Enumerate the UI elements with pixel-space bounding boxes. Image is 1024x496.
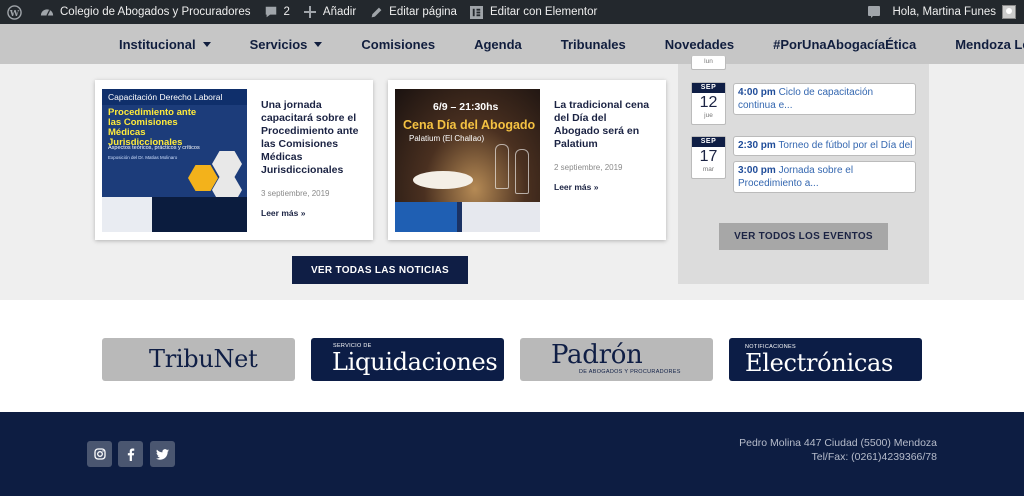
dashboard-icon [39,4,55,20]
event-item[interactable]: 2:30 pm Torneo de fútbol por el Día del … [733,136,916,156]
tribunet-banner[interactable]: TribuNet [102,338,295,381]
event-time: 4:00 pm [738,87,776,98]
hexagon-shape [188,165,218,191]
plate-shape [413,171,473,189]
user-greeting: Hola, Martina Funes [892,6,996,18]
svg-text:W: W [8,7,19,17]
elementor-icon [469,4,485,20]
wordpress-icon: W [6,4,22,20]
news-date: 3 septiembre, 2019 [261,189,330,198]
banner-title: TribuNet [149,345,258,373]
banner-title: Electrónicas [745,349,894,377]
notification-icon [866,4,882,20]
notificaciones-banner[interactable]: NOTIFICACIONES Electrónicas [729,338,922,381]
nav-item-etica[interactable]: #PorUnaAbogacíaÉtica [773,37,916,52]
avatar [1002,5,1016,19]
admin-bar: W Colegio de Abogados y Procuradores 2 A… [0,0,1024,24]
pencil-icon [368,4,384,20]
nav-item-novedades[interactable]: Novedades [665,37,734,52]
event-time: 3:00 pm [738,165,776,176]
chevron-down-icon [314,41,323,47]
comments-link[interactable]: 2 [257,0,296,24]
event-date: SEP 12 jue [691,82,726,125]
image-line3: Palatium (El Challao) [409,134,485,143]
nav-item-institucional[interactable]: Institucional [119,37,211,52]
user-account-menu[interactable]: Hola, Martina Funes [860,0,1024,24]
main-navigation: Institucional Servicios Comisiones Agend… [0,24,1024,64]
event-item[interactable]: 3:00 pm Jornada sobre el Procedimiento a… [733,161,916,193]
plus-icon [302,4,318,20]
news-image-capacitacion[interactable]: Capacitación Derecho Laboral Procedimien… [102,89,247,232]
event-title: Torneo de fútbol por el Día del ... [778,140,916,151]
edit-page-link[interactable]: Editar página [362,0,463,24]
event-weekday: jue [704,112,713,119]
all-events-button[interactable]: VER TODOS LOS EVENTOS [719,223,888,250]
liquidaciones-banner[interactable]: SERVICIO DE Liquidaciones [311,338,504,381]
padron-banner[interactable]: Padrón DE ABOGADOS Y PROCURADORES [520,338,713,381]
glass-shape [495,144,509,189]
banner-caption: DE ABOGADOS Y PROCURADORES [579,369,681,375]
nav-label: Institucional [119,36,196,52]
elementor-label: Editar con Elementor [489,6,598,18]
glass-shape [515,149,529,194]
event-weekday: mar [702,166,715,173]
site-name-link[interactable]: Colegio de Abogados y Procuradores [33,0,257,24]
event-date: SEP 17 mar [691,136,726,179]
image-body: Exposición del Dr. Matías Molinaro [108,155,178,160]
read-more-link[interactable]: Leer más » [554,182,654,192]
banner-title: Liquidaciones [332,348,498,376]
image-line2: Cena Día del Abogado [403,118,536,132]
wordpress-logo-button[interactable]: W [0,0,33,24]
event-day: 17 [699,148,718,165]
news-title[interactable]: Una jornada capacitará sobre el Procedim… [261,99,361,177]
event-time: 2:30 pm [738,140,776,151]
nav-item-tribunales[interactable]: Tribunales [561,37,626,52]
nav-item-mendoza-legal[interactable]: Mendoza Legal [955,37,1024,52]
event-day: 12 [699,94,718,111]
news-card[interactable]: Capacitación Derecho Laboral Procedimien… [95,80,373,240]
edit-page-label: Editar página [389,6,457,18]
hexagon-shape [212,151,242,177]
image-header: Capacitación Derecho Laboral [102,89,247,105]
footer-address: Pedro Molina 447 Ciudad (5500) Mendoza T… [739,437,937,463]
image-subhead: Aspectos teóricos, prácticos y críticos [108,145,200,151]
image-footer [395,202,540,232]
news-card[interactable]: 6/9 – 21:30hs Cena Día del Abogado Palat… [388,80,666,240]
nav-label: Servicios [249,36,308,52]
event-item[interactable]: 4:00 pm Ciclo de capacitación continua e… [733,83,916,115]
event-month: SEP [692,137,725,147]
nav-item-servicios[interactable]: Servicios [250,37,323,52]
comment-icon [263,4,279,20]
chevron-down-icon [202,41,211,47]
image-footer [102,197,247,232]
twitter-icon[interactable] [150,441,175,467]
event-month: SEP [692,83,725,93]
add-new-link[interactable]: Añadir [296,0,362,24]
event-date-partial: lun [691,56,726,70]
facebook-icon[interactable] [118,441,143,467]
banner-title: Padrón [551,340,643,370]
news-date: 2 septiembre, 2019 [554,163,623,172]
comments-count: 2 [283,6,290,18]
all-news-button[interactable]: VER TODAS LAS NOTICIAS [292,256,468,284]
image-headline: Procedimiento ante las Comisiones Médica… [108,107,197,148]
nav-item-comisiones[interactable]: Comisiones [361,37,435,52]
instagram-icon[interactable] [87,441,112,467]
news-image-cena[interactable]: 6/9 – 21:30hs Cena Día del Abogado Palat… [395,89,540,232]
read-more-link[interactable]: Leer más » [261,208,361,218]
site-name: Colegio de Abogados y Procuradores [60,6,251,18]
events-panel: lun SEP 12 jue 4:00 pm Ciclo de capacita… [678,56,929,284]
news-title[interactable]: La tradicional cena del Día del Abogado … [554,99,654,151]
elementor-link[interactable]: Editar con Elementor [463,0,603,24]
nav-item-agenda[interactable]: Agenda [474,37,522,52]
add-new-label: Añadir [322,6,357,18]
image-line1: 6/9 – 21:30hs [433,101,499,113]
